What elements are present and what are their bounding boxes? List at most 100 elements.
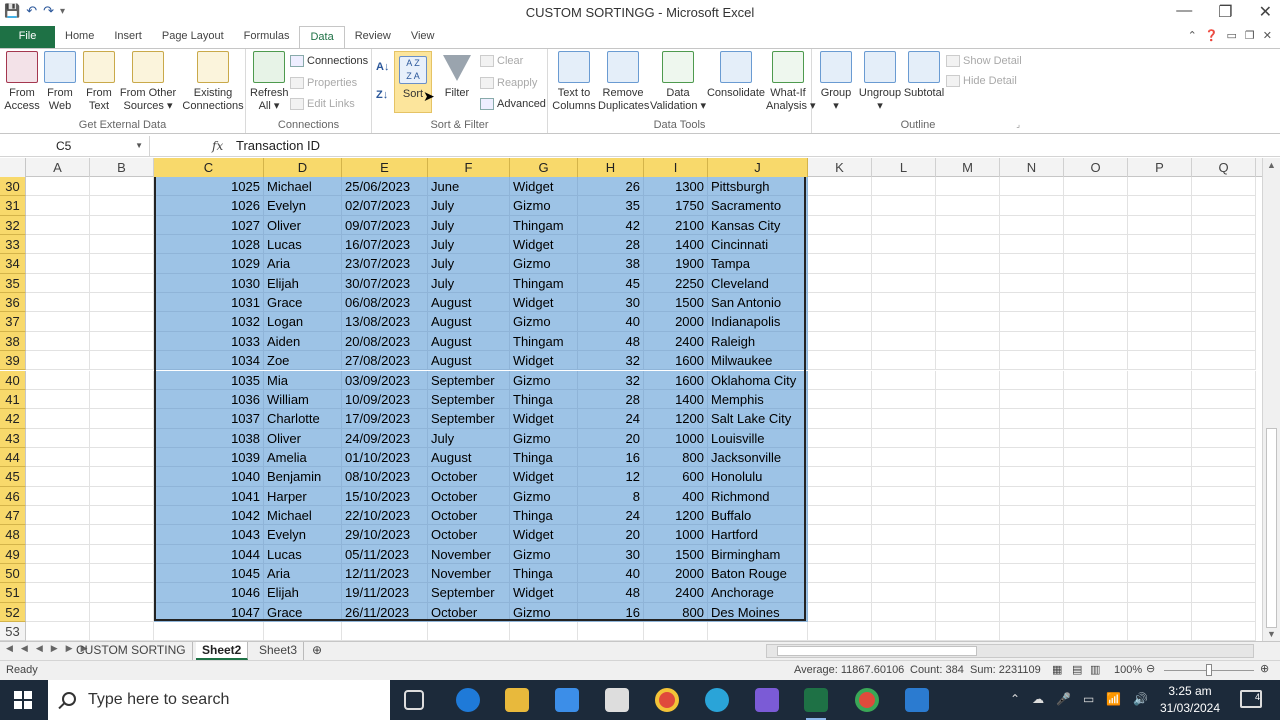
- cell-b[interactable]: [90, 544, 154, 564]
- cell-p[interactable]: [1128, 583, 1192, 603]
- cell-e[interactable]: 19/11/2023: [342, 583, 428, 603]
- column-header-o[interactable]: O: [1064, 158, 1128, 177]
- cell-b[interactable]: [90, 273, 154, 294]
- cell-e[interactable]: 26/11/2023: [342, 602, 428, 623]
- chrome-profile-icon[interactable]: [855, 688, 879, 712]
- cell-o[interactable]: [1064, 467, 1128, 487]
- cell-a[interactable]: [26, 389, 90, 410]
- cell-g[interactable]: Gizmo: [510, 254, 578, 274]
- cell-f[interactable]: July: [428, 196, 510, 216]
- cell-i[interactable]: 800: [644, 602, 708, 623]
- cell-e[interactable]: 24/09/2023: [342, 428, 428, 448]
- workbook-restore-icon[interactable]: ❐: [1245, 29, 1255, 42]
- cell-j[interactable]: San Antonio: [708, 293, 808, 313]
- taskbar-clock[interactable]: 3:25 am 31/03/2024: [1150, 683, 1230, 717]
- cell-h[interactable]: 20: [578, 428, 644, 448]
- tab-review[interactable]: Review: [345, 26, 401, 48]
- cell-l[interactable]: [872, 428, 936, 448]
- cell-n[interactable]: [1000, 196, 1064, 216]
- cell-b[interactable]: [90, 409, 154, 429]
- edit-links-button[interactable]: Edit Links: [290, 98, 355, 110]
- cell-d[interactable]: Benjamin: [264, 467, 342, 487]
- cell-e[interactable]: 17/09/2023: [342, 409, 428, 429]
- cell-i[interactable]: 1900: [644, 254, 708, 274]
- cell-n[interactable]: [1000, 254, 1064, 274]
- cell-m[interactable]: [936, 331, 1000, 352]
- cell-o[interactable]: [1064, 544, 1128, 564]
- cell-q[interactable]: [1192, 564, 1256, 584]
- edge-icon[interactable]: [705, 688, 729, 712]
- zoom-level[interactable]: 100%: [1114, 664, 1142, 676]
- cell-i[interactable]: 1400: [644, 235, 708, 255]
- onedrive-icon[interactable]: ☁: [1032, 692, 1044, 706]
- cell-a[interactable]: [26, 351, 90, 371]
- cell-f[interactable]: September: [428, 583, 510, 603]
- cell-f[interactable]: October: [428, 525, 510, 545]
- consolidate-button[interactable]: Consolidate: [706, 51, 766, 100]
- cell-n[interactable]: [1000, 312, 1064, 332]
- cell-b[interactable]: [90, 447, 154, 468]
- cell-l[interactable]: [872, 622, 936, 641]
- cell-c[interactable]: 1042: [154, 505, 264, 526]
- cell-c[interactable]: 1031: [154, 293, 264, 313]
- horizontal-scroll-thumb[interactable]: [777, 646, 977, 656]
- cell-d[interactable]: Grace: [264, 293, 342, 313]
- cell-b[interactable]: [90, 583, 154, 603]
- cell-e[interactable]: 30/07/2023: [342, 273, 428, 294]
- zoom-out-icon[interactable]: ⊖: [1146, 662, 1155, 675]
- cell-p[interactable]: [1128, 409, 1192, 429]
- cell-l[interactable]: [872, 312, 936, 332]
- cell-j[interactable]: Jacksonville: [708, 447, 808, 468]
- cell-k[interactable]: [808, 254, 872, 274]
- cell-m[interactable]: [936, 505, 1000, 526]
- window-app-icon[interactable]: [905, 688, 929, 712]
- normal-view-icon[interactable]: ▦: [1052, 663, 1062, 676]
- cell-h[interactable]: 26: [578, 177, 644, 197]
- cell-e[interactable]: 10/09/2023: [342, 389, 428, 410]
- cell-g[interactable]: Thinga: [510, 389, 578, 410]
- cell-p[interactable]: [1128, 273, 1192, 294]
- column-header-c[interactable]: C: [154, 158, 264, 177]
- row-header[interactable]: 52: [0, 602, 26, 623]
- cell-o[interactable]: [1064, 447, 1128, 468]
- row-header[interactable]: 50: [0, 564, 26, 584]
- cell-j[interactable]: [708, 622, 808, 641]
- microphone-icon[interactable]: 🎤: [1056, 692, 1071, 706]
- cell-e[interactable]: 13/08/2023: [342, 312, 428, 332]
- from-text-button[interactable]: From Text: [80, 51, 118, 113]
- close-button[interactable]: ✕: [1259, 2, 1272, 22]
- formula-input[interactable]: Transaction ID: [236, 136, 320, 156]
- cell-j[interactable]: Baton Rouge: [708, 564, 808, 584]
- cell-d[interactable]: Michael: [264, 177, 342, 197]
- cell-a[interactable]: [26, 583, 90, 603]
- column-header-p[interactable]: P: [1128, 158, 1192, 177]
- cell-a[interactable]: [26, 564, 90, 584]
- cell-d[interactable]: Evelyn: [264, 196, 342, 216]
- cell-c[interactable]: 1034: [154, 351, 264, 371]
- cell-n[interactable]: [1000, 351, 1064, 371]
- vertical-scrollbar[interactable]: ▲ ▼: [1262, 158, 1280, 641]
- cell-e[interactable]: 12/11/2023: [342, 564, 428, 584]
- cell-f[interactable]: August: [428, 447, 510, 468]
- cell-l[interactable]: [872, 505, 936, 526]
- cell-i[interactable]: 1000: [644, 525, 708, 545]
- cell-k[interactable]: [808, 312, 872, 332]
- cell-d[interactable]: Zoe: [264, 351, 342, 371]
- cell-e[interactable]: 23/07/2023: [342, 254, 428, 274]
- cell-p[interactable]: [1128, 331, 1192, 352]
- cell-o[interactable]: [1064, 331, 1128, 352]
- column-header-q[interactable]: Q: [1192, 158, 1256, 177]
- clear-button[interactable]: Clear: [480, 55, 523, 67]
- cell-b[interactable]: [90, 293, 154, 313]
- cell-q[interactable]: [1192, 544, 1256, 564]
- from-other-sources-button[interactable]: From Other Sources ▾: [118, 51, 178, 113]
- cell-h[interactable]: 40: [578, 564, 644, 584]
- cell-f[interactable]: September: [428, 389, 510, 410]
- cell-a[interactable]: [26, 331, 90, 352]
- cell-f[interactable]: June: [428, 177, 510, 197]
- cell-i[interactable]: 1000: [644, 428, 708, 448]
- cell-f[interactable]: August: [428, 293, 510, 313]
- cell-h[interactable]: 20: [578, 525, 644, 545]
- hide-detail-button[interactable]: Hide Detail: [946, 75, 1017, 87]
- cell-k[interactable]: [808, 428, 872, 448]
